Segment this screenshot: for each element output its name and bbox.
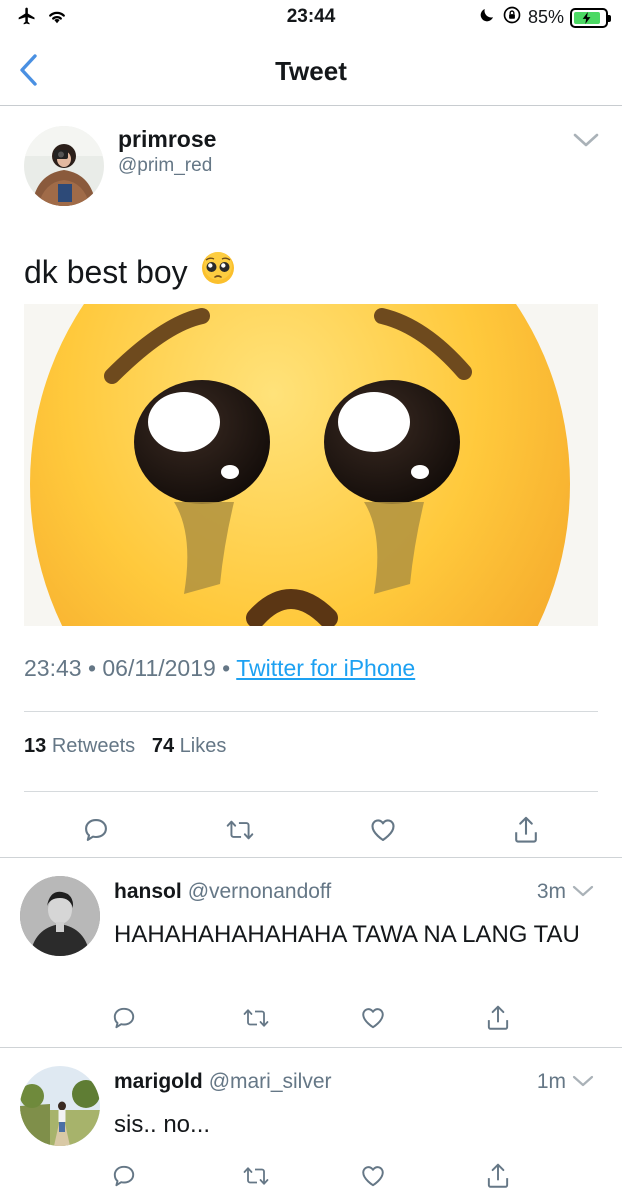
reply-time-group: 3m	[537, 880, 594, 904]
moon-icon	[478, 6, 496, 29]
tweet-options-button[interactable]	[572, 131, 600, 154]
avatar[interactable]	[20, 876, 100, 956]
reply-button[interactable]	[78, 812, 114, 848]
share-icon	[487, 1005, 509, 1030]
reply-actions	[0, 1000, 622, 1032]
battery-icon	[570, 7, 611, 28]
charging-bolt-icon	[582, 11, 591, 24]
status-bar: 23:44 85%	[0, 0, 622, 36]
reply-author-handle[interactable]: @mari_silver	[209, 1070, 332, 1093]
tweet-text: dk best boy	[24, 253, 188, 290]
tweet-stats: 13 Retweets 74 Likes	[24, 735, 226, 758]
heart-icon	[371, 819, 395, 841]
chevron-down-icon	[572, 885, 594, 897]
reply-button[interactable]	[106, 1000, 142, 1036]
reply-icon	[113, 1165, 135, 1187]
retweets-count: 13	[24, 735, 47, 757]
reply-text: sis.. no...	[114, 1111, 211, 1138]
like-button[interactable]	[355, 1158, 391, 1194]
heart-icon	[362, 1166, 384, 1187]
status-right: 85%	[478, 5, 611, 30]
like-button[interactable]	[365, 812, 401, 848]
reply-options-button[interactable]	[572, 880, 594, 904]
share-button[interactable]	[508, 812, 544, 848]
battery-tip	[608, 14, 611, 22]
retweet-icon	[226, 820, 254, 840]
likes-label: Likes	[179, 735, 227, 757]
reply-header: marigold @mari_silver	[114, 1070, 332, 1094]
retweets-label: Retweets	[51, 735, 136, 757]
likes-count: 74	[151, 735, 175, 757]
reply-button[interactable]	[106, 1158, 142, 1194]
nav-bar: Tweet	[0, 36, 622, 106]
reply-icon	[113, 1007, 135, 1029]
tweet-media-image[interactable]	[24, 304, 598, 626]
reply-actions	[0, 1158, 622, 1190]
pleading-face-emoji	[200, 250, 236, 294]
reply-header: hansol @vernonandoff	[114, 880, 331, 904]
avatar[interactable]	[24, 126, 104, 206]
rotation-lock-icon	[502, 5, 522, 30]
reply-time: 3m	[536, 880, 566, 903]
tweet-timestamp: 23:43 • 06/11/2019 •	[24, 655, 231, 681]
tweet-source-link[interactable]: Twitter for iPhone	[236, 655, 415, 681]
retweet-button[interactable]	[222, 812, 258, 848]
reply-icon	[85, 819, 107, 841]
reply-author-handle[interactable]: @vernonandoff	[188, 880, 332, 903]
retweet-icon	[243, 1009, 269, 1027]
battery-level	[574, 11, 600, 24]
reply-time: 1m	[536, 1070, 566, 1093]
share-button[interactable]	[480, 1158, 516, 1194]
tweet-author-handle[interactable]: @prim_red	[118, 155, 212, 177]
tweet-author-name[interactable]: primrose	[118, 126, 216, 153]
like-button[interactable]	[355, 1000, 391, 1036]
battery-percent: 85%	[527, 7, 564, 27]
chevron-down-icon	[573, 133, 599, 147]
share-icon	[515, 816, 537, 843]
reply-author-name[interactable]: marigold	[114, 1070, 203, 1093]
reply-author-name[interactable]: hansol	[114, 880, 182, 903]
reply-options-button[interactable]	[572, 1070, 594, 1094]
reply-time-group: 1m	[537, 1070, 594, 1094]
share-icon	[487, 1163, 509, 1188]
retweet-button[interactable]	[238, 1158, 274, 1194]
divider	[24, 711, 598, 712]
share-button[interactable]	[480, 1000, 516, 1036]
divider	[0, 857, 622, 858]
retweet-button[interactable]	[238, 1000, 274, 1036]
divider	[0, 1047, 622, 1048]
tweet-meta: 23:43 • 06/11/2019 • Twitter for iPhone	[24, 655, 415, 682]
heart-icon	[362, 1008, 384, 1029]
likes-stat[interactable]: 74 Likes	[152, 735, 227, 757]
divider	[24, 791, 598, 792]
avatar[interactable]	[20, 1066, 100, 1146]
page-title: Tweet	[275, 56, 347, 86]
retweet-icon	[243, 1167, 269, 1185]
retweets-stat[interactable]: 13 Retweets	[24, 735, 135, 757]
tweet-text-row: dk best boy	[24, 250, 236, 294]
chevron-down-icon	[572, 1075, 594, 1087]
tweet-actions	[0, 812, 622, 848]
reply-text: HAHAHAHAHAHAHA TAWA NA LANG TAU	[114, 921, 580, 948]
